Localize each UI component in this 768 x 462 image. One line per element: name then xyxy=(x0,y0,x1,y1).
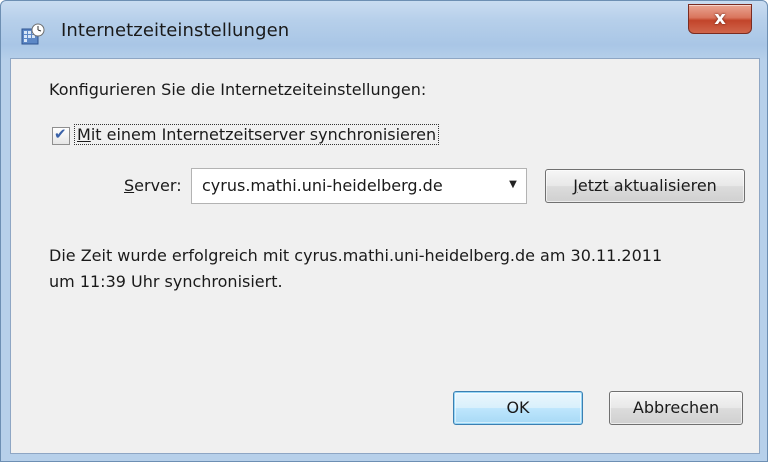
server-mnemonic: S xyxy=(124,176,135,195)
window-title: Internetzeiteinstellungen xyxy=(61,20,290,41)
update-button-label: etzt aktualisieren xyxy=(577,176,717,195)
dropdown-arrow-icon[interactable]: ▼ xyxy=(504,174,522,196)
title-bar[interactable]: Internetzeiteinstellungen x xyxy=(1,1,767,57)
status-text-line2: um 11:39 Uhr synchronisiert. xyxy=(49,272,283,291)
cancel-button[interactable]: Abbrechen xyxy=(609,391,743,425)
server-dropdown[interactable]: cyrus.mathi.uni-heidelberg.de ▼ xyxy=(191,168,527,204)
server-label-text: erver: xyxy=(134,176,182,195)
dialog-window: Internetzeiteinstellungen x Konfiguriere… xyxy=(0,0,768,462)
close-button[interactable]: x xyxy=(688,4,752,34)
sync-label-text: it einem Internetzeitserver synchronisie… xyxy=(90,125,437,144)
server-label: Server: xyxy=(124,176,182,195)
update-now-button[interactable]: Jetzt aktualisieren xyxy=(545,169,745,203)
sync-checkbox[interactable]: ✔ xyxy=(52,125,70,145)
server-value: cyrus.mathi.uni-heidelberg.de xyxy=(202,176,443,195)
checkmark-icon: ✔ xyxy=(54,125,67,143)
intro-text: Konfigurieren Sie die Internetzeiteinste… xyxy=(49,80,427,99)
sync-checkbox-label[interactable]: Mit einem Internetzeitserver synchronisi… xyxy=(73,124,440,145)
clock-globe-icon xyxy=(21,23,45,45)
status-text-line1: Die Zeit wurde erfolgreich mit cyrus.mat… xyxy=(49,246,663,265)
close-icon: x xyxy=(714,8,726,29)
dialog-content: Konfigurieren Sie die Internetzeiteinste… xyxy=(10,58,760,454)
ok-button[interactable]: OK xyxy=(453,391,583,425)
sync-mnemonic: M xyxy=(77,125,91,144)
